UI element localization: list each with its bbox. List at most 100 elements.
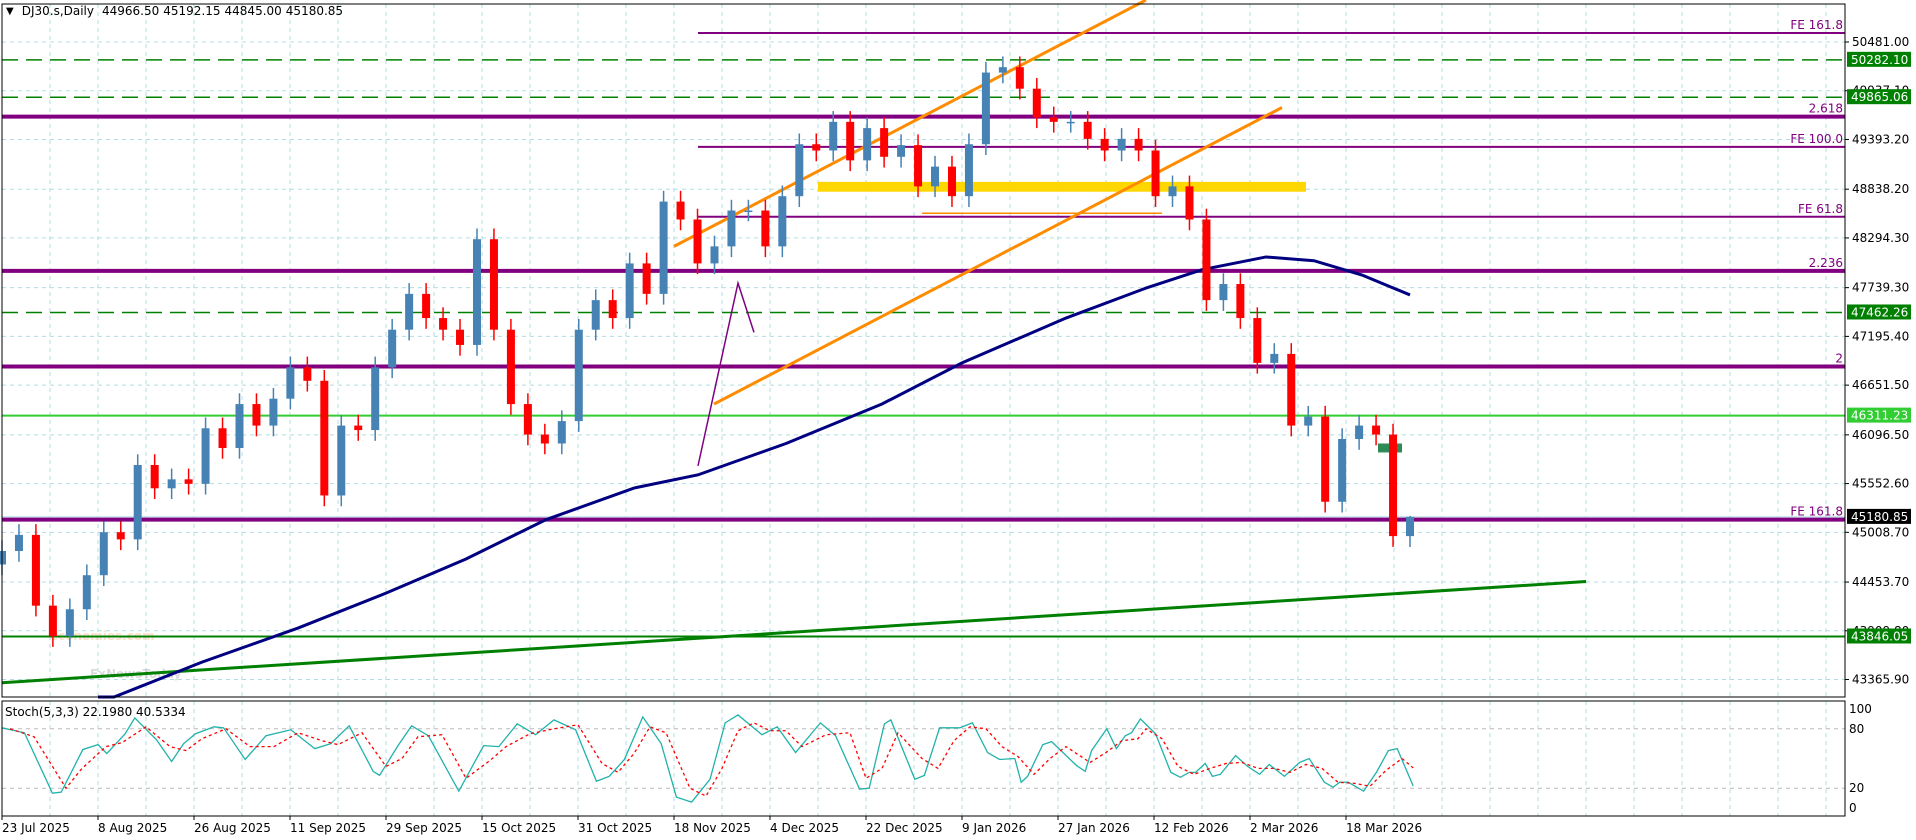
stoch-tick-label: 80 — [1849, 722, 1864, 736]
candle-body — [218, 428, 227, 448]
candle-body — [1049, 117, 1058, 122]
candle — [354, 414, 363, 441]
candle-body — [1372, 425, 1381, 435]
fib-label: 2.618 — [1809, 102, 1843, 116]
candle — [642, 252, 651, 305]
price-tick-label: 44453.70 — [1852, 575, 1909, 589]
candle — [659, 190, 668, 305]
candle — [880, 117, 889, 168]
date-tick-label: 4 Dec 2025 — [770, 821, 839, 835]
candle-body — [1066, 121, 1075, 124]
candle-body — [1355, 425, 1364, 440]
candle-body — [659, 201, 668, 294]
candle-body — [761, 210, 770, 247]
triangle-down-icon[interactable]: ▼ — [6, 6, 14, 17]
horizontal-levels: FE 161.82.618FE 100.0FE 61.82.2362FE 161… — [2, 18, 1845, 638]
date-tick-label: 8 Aug 2025 — [98, 821, 167, 835]
candle — [1406, 515, 1414, 547]
price-tick-label: 43365.90 — [1852, 673, 1909, 687]
trendline — [1, 579, 1587, 685]
price-label: 43846.05 — [1851, 629, 1908, 643]
candle-body — [1117, 138, 1126, 151]
price-tick-label: 49393.20 — [1852, 132, 1909, 146]
candle — [337, 414, 346, 507]
candle-body — [1100, 138, 1109, 151]
candle-body — [1406, 516, 1414, 537]
price-label: 46311.23 — [1851, 409, 1908, 423]
price-tick-label: 45008.70 — [1852, 525, 1909, 539]
channel-upper-line — [673, 0, 1147, 248]
candle-body — [1134, 138, 1143, 151]
candle-body — [167, 479, 176, 489]
stoch-d-line — [9, 722, 1414, 797]
candle — [1151, 139, 1160, 207]
candle-body — [303, 367, 312, 381]
date-tick-label: 22 Dec 2025 — [866, 821, 943, 835]
candle-body — [829, 121, 838, 151]
candle-body — [99, 532, 108, 576]
candle-body — [880, 128, 889, 157]
candle — [184, 468, 193, 495]
candle-body — [964, 144, 973, 197]
candle-body — [557, 421, 566, 444]
candle — [1117, 128, 1126, 162]
candle-body — [1253, 318, 1262, 363]
candle-body — [778, 196, 787, 247]
zigzag-line — [697, 280, 755, 467]
candle-body — [82, 575, 91, 610]
candle-body — [1015, 67, 1024, 89]
candle-body — [489, 239, 498, 330]
candle-body — [1168, 186, 1177, 197]
candle-body — [337, 425, 346, 496]
price-tick-label: 45552.60 — [1852, 477, 1909, 491]
candle-body — [931, 166, 940, 187]
grid — [2, 4, 1845, 816]
fib-label: 2.236 — [1809, 256, 1843, 270]
price-tick-label: 47195.40 — [1852, 329, 1909, 343]
candle — [506, 318, 515, 415]
drawings — [1, 0, 1587, 699]
date-tick-label: 23 Jul 2025 — [2, 821, 70, 835]
candle-body — [456, 329, 465, 345]
candle — [557, 410, 566, 455]
candle — [540, 423, 549, 455]
candle — [1202, 208, 1211, 311]
price-tick-label: 47739.30 — [1852, 281, 1909, 295]
candle — [99, 521, 108, 586]
candle-body — [439, 318, 448, 330]
date-tick-label: 15 Oct 2025 — [482, 821, 556, 835]
candle — [456, 318, 465, 356]
stoch-tick-label: 20 — [1849, 781, 1864, 795]
candle-body — [201, 428, 210, 484]
price-label: 47462.26 — [1851, 305, 1908, 319]
candle-body — [744, 210, 753, 213]
candle — [472, 228, 481, 356]
candle — [1321, 405, 1330, 513]
candle — [1236, 273, 1245, 329]
candle — [608, 289, 617, 329]
candle — [863, 117, 872, 172]
candle-body — [608, 300, 617, 319]
candle-body — [269, 398, 278, 426]
candle-body — [405, 293, 414, 330]
date-tick-label: 18 Nov 2025 — [674, 821, 751, 835]
price-label: 50282.10 — [1851, 53, 1908, 67]
ohlc-close: 45180.85 — [285, 4, 344, 18]
price-chart[interactable]: economies.com FxNewsToday FE 161.82.618F… — [0, 0, 1916, 840]
candle-body — [1389, 434, 1398, 537]
fib-label: FE 161.8 — [1790, 18, 1843, 32]
candle — [31, 524, 40, 617]
candle-body — [812, 144, 821, 151]
candle-body — [693, 219, 702, 264]
candle — [1168, 175, 1177, 207]
candle — [0, 540, 6, 576]
candle — [1338, 428, 1347, 513]
candle-body — [1032, 88, 1041, 118]
candle — [710, 235, 719, 275]
candle — [981, 61, 990, 155]
candle — [1372, 414, 1381, 446]
candle — [1032, 77, 1041, 129]
candle — [489, 228, 498, 341]
candle — [727, 199, 736, 258]
candle — [218, 417, 227, 459]
